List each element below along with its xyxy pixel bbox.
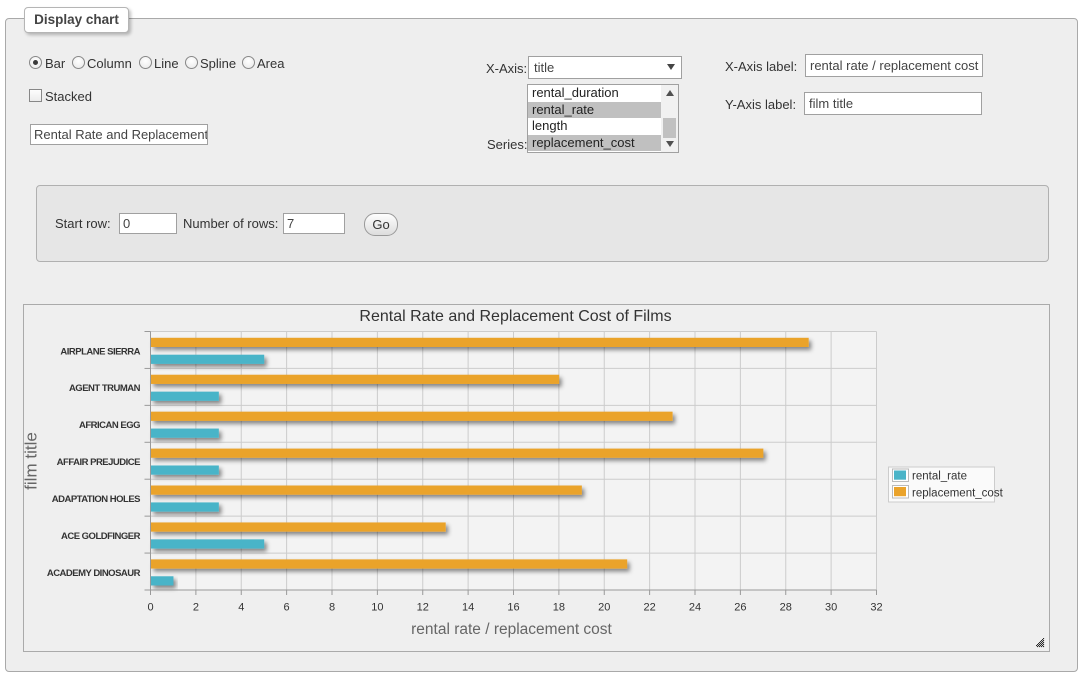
- svg-text:4: 4: [238, 602, 244, 614]
- svg-text:replacement_cost: replacement_cost: [912, 488, 1004, 500]
- svg-text:0: 0: [147, 602, 153, 614]
- svg-text:Rental Rate and Replacement Co: Rental Rate and Replacement Cost of Film…: [359, 308, 671, 325]
- svg-text:6: 6: [284, 602, 290, 614]
- svg-text:ACE GOLDFINGER: ACE GOLDFINGER: [61, 531, 141, 542]
- svg-text:ADAPTATION HOLES: ADAPTATION HOLES: [52, 494, 140, 505]
- svg-text:24: 24: [689, 602, 701, 614]
- svg-text:AIRPLANE SIERRA: AIRPLANE SIERRA: [60, 346, 140, 357]
- svg-text:8: 8: [329, 602, 335, 614]
- svg-text:ACADEMY DINOSAUR: ACADEMY DINOSAUR: [47, 568, 141, 579]
- svg-text:rental_rate: rental_rate: [912, 471, 967, 483]
- svg-text:16: 16: [507, 602, 519, 614]
- svg-text:12: 12: [417, 602, 429, 614]
- svg-text:32: 32: [870, 602, 882, 614]
- svg-text:26: 26: [734, 602, 746, 614]
- svg-text:18: 18: [553, 602, 565, 614]
- svg-text:AFFAIR PREJUDICE: AFFAIR PREJUDICE: [57, 457, 140, 468]
- svg-text:AFRICAN EGG: AFRICAN EGG: [79, 420, 140, 431]
- svg-text:28: 28: [780, 602, 792, 614]
- svg-text:14: 14: [462, 602, 474, 614]
- svg-text:20: 20: [598, 602, 610, 614]
- svg-text:30: 30: [825, 602, 837, 614]
- svg-text:rental rate / replacement cost: rental rate / replacement cost: [411, 621, 612, 638]
- svg-text:AGENT TRUMAN: AGENT TRUMAN: [69, 383, 141, 394]
- svg-text:10: 10: [371, 602, 383, 614]
- svg-text:film title: film title: [23, 432, 41, 490]
- svg-text:2: 2: [193, 602, 199, 614]
- svg-text:22: 22: [643, 602, 655, 614]
